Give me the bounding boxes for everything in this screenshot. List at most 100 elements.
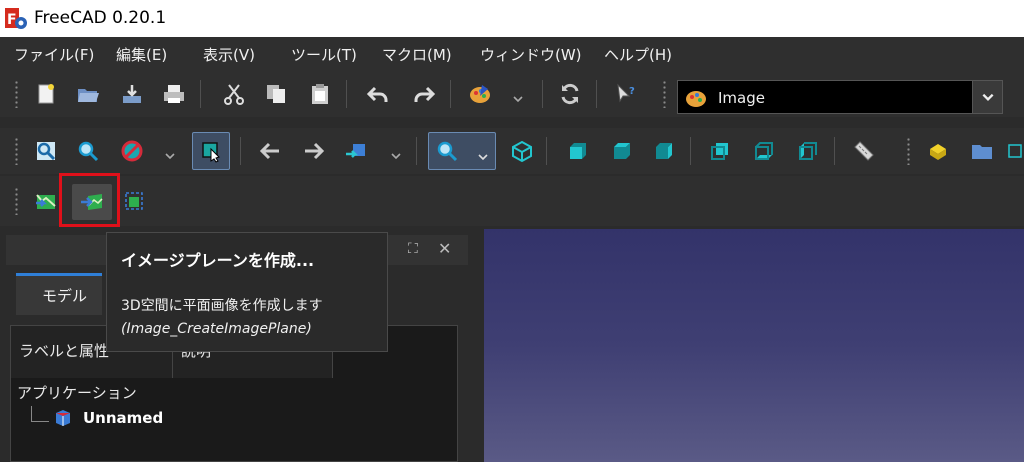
isometric-view-icon (512, 140, 532, 163)
chevron-down-icon[interactable] (390, 150, 402, 162)
bottom-view-button[interactable] (748, 135, 780, 167)
back-button[interactable] (254, 135, 286, 167)
open-button[interactable] (72, 78, 104, 110)
close-panel-icon[interactable]: ✕ (438, 239, 451, 258)
refresh-button[interactable] (554, 78, 586, 110)
front-view-button[interactable] (562, 135, 594, 167)
top-view-button[interactable] (606, 135, 638, 167)
toolbar-separator (200, 80, 201, 108)
back-icon (259, 142, 279, 160)
copy-icon (267, 85, 285, 103)
menu-file[interactable]: ファイル(F) (14, 44, 94, 65)
toolbar-grip[interactable] (14, 187, 19, 215)
tooltip-title: イメージプレーンを作成... (121, 251, 315, 270)
cube-icon (1008, 144, 1022, 158)
document-name: Unnamed (83, 409, 164, 427)
paste-icon (312, 84, 328, 104)
group-icon (972, 145, 992, 159)
zoom-icon (437, 141, 458, 162)
redo-icon (414, 86, 436, 102)
menu-help[interactable]: ヘルプ(H) (604, 44, 672, 65)
workbench-palette-button[interactable] (464, 78, 496, 110)
whats-this-button[interactable]: ? (610, 78, 642, 110)
toolbar-separator (416, 137, 417, 165)
open-image-button[interactable] (30, 185, 62, 217)
freecad-logo-icon: F (5, 8, 27, 29)
toolbar-grip[interactable] (14, 80, 19, 108)
tooltip: イメージプレーンを作成... 3D空間に平面画像を作成します (Image_Cr… (106, 232, 388, 352)
toolbar-separator (346, 80, 347, 108)
workbench-selector[interactable]: Image (677, 80, 1003, 114)
rear-view-icon (711, 143, 728, 160)
save-button[interactable] (116, 78, 148, 110)
chevron-down-icon[interactable] (164, 150, 176, 162)
menu-window[interactable]: ウィンドウ(W) (480, 44, 582, 65)
cut-button[interactable] (218, 78, 250, 110)
menu-tools[interactable]: ツール(T) (291, 44, 357, 65)
chevron-down-icon[interactable] (512, 93, 524, 105)
svg-text:F: F (7, 12, 17, 28)
bounding-box-icon (202, 142, 220, 163)
left-view-button[interactable] (792, 135, 824, 167)
left-view-icon (799, 142, 817, 160)
right-view-button[interactable] (648, 135, 680, 167)
tab-model-label: モデル (42, 287, 88, 305)
toolbar-separator (546, 137, 547, 165)
print-icon (164, 85, 184, 103)
part-button[interactable] (922, 135, 954, 167)
paste-button[interactable] (304, 78, 336, 110)
tree-root-application: アプリケーション (17, 384, 137, 402)
fit-all-button[interactable] (30, 135, 62, 167)
save-icon (123, 85, 141, 103)
chevron-down-icon (982, 93, 993, 101)
front-view-icon (570, 143, 586, 159)
svg-text:?: ? (629, 86, 635, 97)
print-button[interactable] (158, 78, 190, 110)
3d-viewport[interactable] (484, 229, 1024, 462)
sync-view-button[interactable] (340, 135, 372, 167)
menu-macro[interactable]: マクロ(M) (382, 44, 452, 65)
rear-view-button[interactable] (704, 135, 736, 167)
undo-button[interactable] (362, 78, 394, 110)
open-image-icon (36, 194, 56, 209)
part-icon (930, 144, 946, 160)
isometric-view-button[interactable] (506, 135, 538, 167)
forward-button[interactable] (298, 135, 330, 167)
new-document-icon (38, 84, 54, 104)
workbench-selector-value: Image (718, 89, 765, 107)
tooltip-description: 3D空間に平面画像を作成します (121, 298, 323, 314)
fit-selection-icon (78, 141, 99, 162)
toolbar-grip[interactable] (662, 80, 667, 108)
toolbar-separator (834, 137, 835, 165)
toolbar-grip[interactable] (906, 137, 911, 165)
copy-button[interactable] (260, 78, 292, 110)
float-panel-icon[interactable]: ⛶ (408, 241, 418, 257)
zoom-button[interactable] (428, 132, 496, 170)
toolbar-row-2 (0, 128, 1024, 174)
redo-button[interactable] (408, 78, 440, 110)
menu-bar: ファイル(F) 編集(E) 表示(V) ツール(T) マクロ(M) ウィンドウ(… (0, 37, 1024, 71)
group-button[interactable] (966, 135, 998, 167)
image-workbench-icon (686, 91, 706, 107)
refresh-icon (561, 83, 579, 105)
toolbar-separator (542, 80, 543, 108)
fit-selection-button[interactable] (72, 135, 104, 167)
image-scaling-button[interactable] (118, 185, 150, 217)
new-document-button[interactable] (30, 78, 62, 110)
sync-view-icon (346, 144, 365, 158)
menu-view[interactable]: 表示(V) (203, 44, 255, 65)
undo-icon (366, 86, 388, 102)
toolbar-grip[interactable] (14, 137, 19, 165)
toolbar-row-image (0, 176, 1024, 226)
bounding-box-button[interactable] (192, 132, 230, 170)
workbench-dropdown-button[interactable] (972, 81, 1002, 113)
tab-model[interactable]: モデル (16, 273, 102, 315)
menu-edit[interactable]: 編集(E) (116, 44, 167, 65)
draw-style-button[interactable] (116, 135, 148, 167)
title-bar: F FreeCAD 0.20.1 (0, 0, 1024, 37)
highlight-frame (59, 173, 120, 227)
document-icon (56, 410, 70, 426)
open-icon (78, 89, 99, 102)
more-button[interactable] (1006, 135, 1024, 167)
measure-button[interactable] (848, 135, 880, 167)
